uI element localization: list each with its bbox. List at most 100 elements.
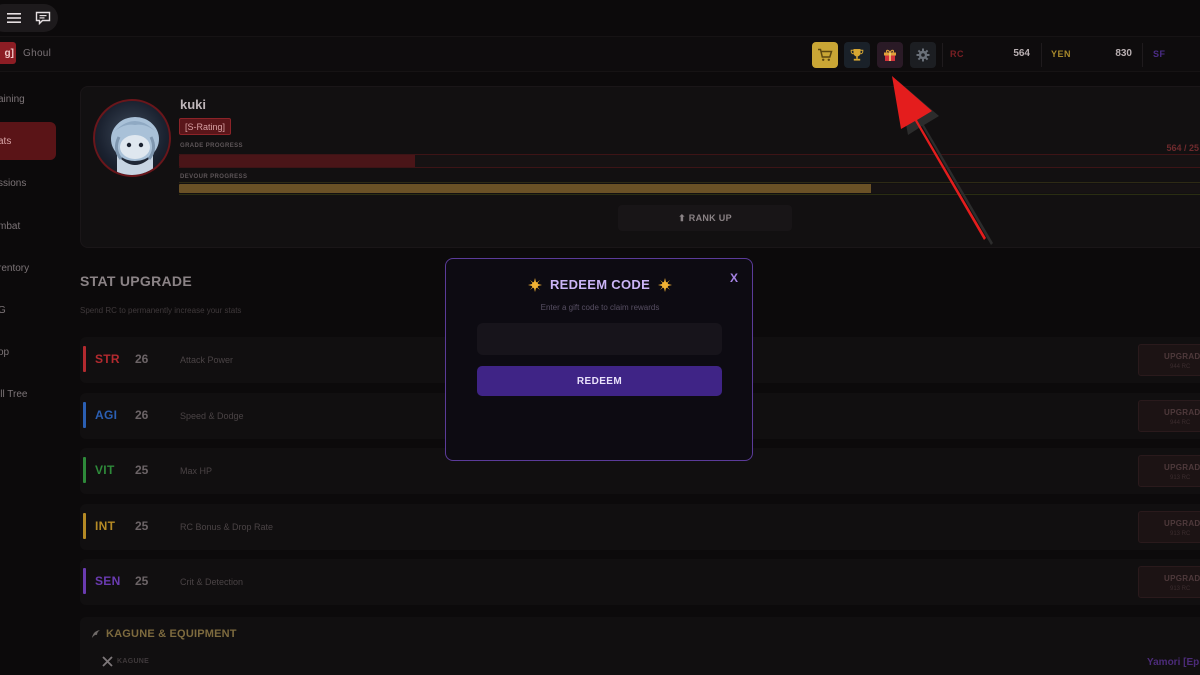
stat-abbr: INT	[95, 519, 116, 533]
profile-card: kuki [S-Rating] GRADE PROGRESS 564 / 25 …	[80, 86, 1200, 248]
stat-description: RC Bonus & Drop Rate	[180, 522, 274, 532]
upgrade-cost: 913 RC	[1170, 586, 1191, 592]
cart-icon	[818, 48, 833, 61]
rc-label: RC	[950, 49, 964, 59]
kagune-subtitle: KAGUNE	[102, 656, 149, 667]
upgrade-button[interactable]: UPGRADE 913 RC	[1138, 566, 1200, 598]
stat-value: 25	[135, 463, 149, 477]
username: kuki	[180, 97, 207, 112]
upgrade-button[interactable]: UPGRADE 944 RC	[1138, 344, 1200, 376]
yen-value: 830	[1115, 48, 1132, 59]
sidebar-item-combat[interactable]: mbat	[0, 207, 56, 245]
hamburger-icon[interactable]	[7, 12, 21, 24]
sidebar-item-shop[interactable]: op	[0, 333, 56, 371]
stat-description: Max HP	[180, 466, 213, 476]
modal-title: REDEEM CODE	[446, 277, 754, 292]
sparkle-icon	[527, 277, 542, 292]
stat-value: 26	[135, 352, 149, 366]
sidebar-item-label: ats	[0, 135, 12, 147]
stat-accent-bar	[83, 402, 86, 428]
stat-upgrade-subtitle: Spend RC to permanently increase your st…	[80, 306, 242, 315]
top-header: g] Ghoul RC 564 YEN 830 SF	[0, 36, 1200, 72]
stat-row-int: INT 25 RC Bonus & Drop Rate UPGRADE 913 R…	[80, 504, 1200, 550]
stat-accent-bar	[83, 513, 86, 539]
top-left-controls	[0, 4, 58, 32]
sidebar-item-rng[interactable]: G	[0, 291, 56, 329]
stat-abbr: SEN	[95, 574, 121, 588]
grade-progress-label: GRADE PROGRESS	[180, 143, 243, 149]
gift-icon	[884, 49, 896, 61]
sidebar-item-label: ill Tree	[0, 388, 28, 400]
rc-value: 564	[1013, 48, 1030, 59]
grade-progress-bar	[179, 155, 1200, 167]
stat-row-sen: SEN 25 Crit & Detection UPGRADE 913 RC	[80, 559, 1200, 605]
stat-accent-bar	[83, 346, 86, 372]
sidebar-item-training[interactable]: aining	[0, 80, 56, 118]
upgrade-label: UPGRADE	[1164, 574, 1200, 583]
kagune-subtitle-text: KAGUNE	[117, 658, 150, 665]
equipped-kagune-name[interactable]: Yamori [Ep	[1147, 657, 1199, 668]
avatar-character-icon	[111, 117, 159, 175]
upgrade-cost: 944 RC	[1170, 420, 1191, 426]
currency-divider	[1041, 43, 1042, 67]
sidebar-item-inventory[interactable]: rentory	[0, 249, 56, 287]
avatar	[93, 99, 171, 177]
kagune-title-text: KAGUNE & EQUIPMENT	[106, 628, 237, 640]
kagune-equipment-panel: KAGUNE & EQUIPMENT KAGUNE Yamori [Ep	[80, 617, 1200, 675]
shop-button[interactable]	[812, 42, 838, 68]
stat-abbr: VIT	[95, 463, 115, 477]
stat-accent-bar	[83, 457, 86, 483]
stat-upgrade-title: STAT UPGRADE	[80, 273, 192, 289]
devour-progress-line	[179, 194, 1200, 195]
chat-bubble-icon[interactable]	[35, 11, 51, 25]
annotation-arrow-icon	[892, 76, 993, 245]
sidebar-item-label: aining	[0, 93, 25, 105]
devour-progress-fill	[179, 184, 871, 193]
leaderboard-button[interactable]	[844, 42, 870, 68]
sf-label: SF	[1153, 49, 1166, 59]
redeem-code-modal: X REDEEM CODE Enter a gift code to claim…	[445, 258, 753, 461]
yen-label: YEN	[1051, 49, 1072, 59]
upgrade-button[interactable]: UPGRADE 944 RC	[1138, 400, 1200, 432]
devour-progress-label: DEVOUR PROGRESS	[180, 174, 248, 180]
redeem-gift-button[interactable]	[877, 42, 903, 68]
sidebar-item-skill-tree[interactable]: ill Tree	[0, 375, 56, 413]
gift-code-input[interactable]	[477, 323, 722, 355]
stat-value: 26	[135, 408, 149, 422]
devour-progress-line	[179, 182, 1200, 183]
sidebar-item-label: ssions	[0, 177, 27, 189]
stat-description: Speed & Dodge	[180, 411, 244, 421]
kagune-icon	[92, 630, 100, 638]
grade-progress-line	[179, 167, 1200, 168]
stat-accent-bar	[83, 568, 86, 594]
settings-button[interactable]	[910, 42, 936, 68]
modal-subtitle: Enter a gift code to claim rewards	[540, 303, 660, 312]
sidebar-item-label: op	[0, 346, 10, 358]
upgrade-label: UPGRADE	[1164, 408, 1200, 417]
rank-up-button[interactable]: ⬆ RANK UP	[618, 205, 792, 231]
upgrade-cost: 913 RC	[1170, 475, 1191, 481]
race-label: Ghoul	[23, 48, 52, 59]
stat-description: Crit & Detection	[180, 577, 244, 587]
currency-divider	[942, 43, 943, 67]
gear-icon	[916, 48, 930, 62]
sidebar-item-stats[interactable]: ats	[0, 122, 56, 160]
sidebar-item-missions[interactable]: ssions	[0, 164, 56, 202]
upgrade-button[interactable]: UPGRADE 913 RC	[1138, 455, 1200, 487]
currency-divider	[1142, 43, 1143, 67]
grade-progress-value: 564 / 25	[1166, 143, 1199, 153]
stat-value: 25	[135, 574, 149, 588]
rank-tag: g]	[0, 42, 16, 64]
upgrade-label: UPGRADE	[1164, 463, 1200, 472]
redeem-button[interactable]: REDEEM	[477, 366, 722, 396]
stat-abbr: AGI	[95, 408, 118, 422]
grade-progress-fill	[179, 155, 416, 167]
upgrade-label: UPGRADE	[1164, 352, 1200, 361]
sidebar-item-label: rentory	[0, 262, 30, 274]
devour-progress-bar	[179, 184, 1200, 193]
stat-abbr: STR	[95, 352, 120, 366]
kagune-title: KAGUNE & EQUIPMENT	[90, 628, 237, 640]
upgrade-button[interactable]: UPGRADE 913 RC	[1138, 511, 1200, 543]
sidebar-item-label: G	[0, 304, 6, 316]
upgrade-label: UPGRADE	[1164, 519, 1200, 528]
